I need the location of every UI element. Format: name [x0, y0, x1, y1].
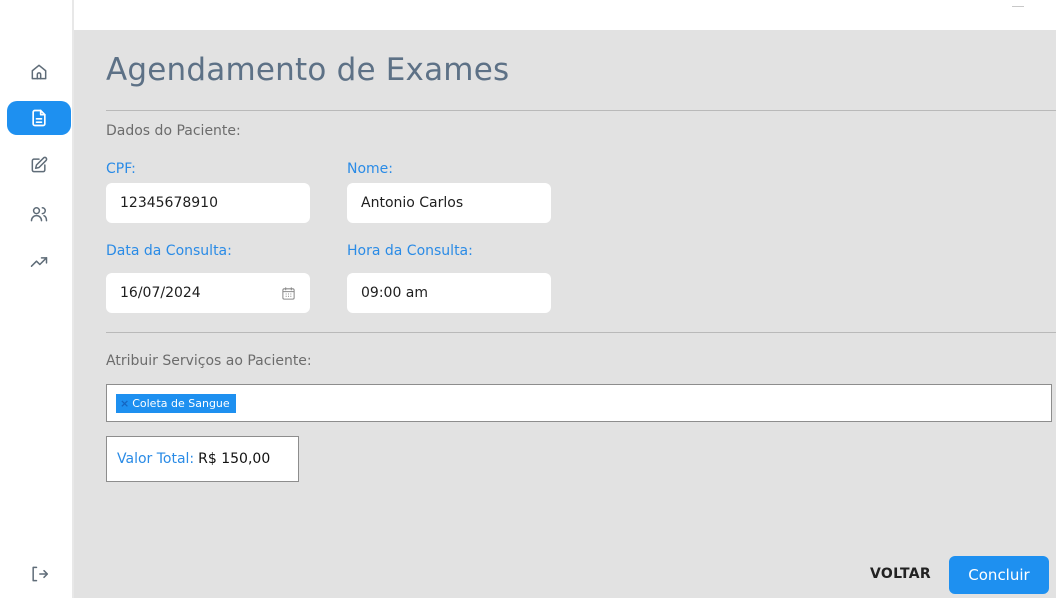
nav-exams[interactable]: [7, 101, 71, 135]
remove-chip-icon[interactable]: ×: [120, 397, 129, 410]
total-box: Valor Total: R$ 150,00: [106, 436, 299, 482]
date-field[interactable]: 16/07/2024: [106, 273, 310, 313]
time-value: 09:00 am: [361, 285, 429, 301]
nav-home[interactable]: [7, 55, 71, 89]
divider: [106, 332, 1056, 333]
services-section-label: Atribuir Serviços ao Paciente:: [106, 353, 312, 369]
date-label: Data da Consulta:: [106, 243, 232, 259]
cpf-field[interactable]: 12345678910: [106, 183, 310, 223]
page-title: Agendamento de Exames: [106, 52, 510, 88]
name-label: Nome:: [347, 161, 394, 177]
calendar-icon[interactable]: [281, 286, 296, 301]
confirm-button[interactable]: Concluir: [949, 556, 1049, 594]
nav-reports[interactable]: [7, 245, 71, 279]
edit-icon: [31, 156, 48, 173]
nav-users[interactable]: [7, 197, 71, 231]
cpf-value: 12345678910: [120, 195, 218, 211]
name-value: Antonio Carlos: [361, 195, 464, 211]
users-icon: [30, 207, 48, 222]
document-icon: [32, 109, 46, 127]
logout-icon: [32, 566, 49, 582]
main-panel: Agendamento de Exames Dados do Paciente:…: [74, 30, 1056, 598]
total-value: R$ 150,00: [198, 451, 271, 467]
total-label: Valor Total:: [117, 451, 195, 467]
cpf-label: CPF:: [106, 161, 136, 177]
window-divider: [1012, 6, 1024, 7]
patient-section-label: Dados do Paciente:: [106, 123, 241, 139]
time-field[interactable]: 09:00 am: [347, 273, 551, 313]
date-value: 16/07/2024: [120, 285, 201, 301]
time-label: Hora da Consulta:: [347, 243, 473, 259]
divider: [106, 110, 1056, 111]
service-chip-label: Coleta de Sangue: [132, 396, 230, 410]
logout-button[interactable]: [7, 557, 71, 591]
sidebar: [0, 0, 74, 598]
back-button[interactable]: VOLTAR: [870, 566, 931, 582]
home-icon: [31, 64, 47, 80]
services-multiselect[interactable]: × Coleta de Sangue: [106, 384, 1052, 422]
name-field[interactable]: Antonio Carlos: [347, 183, 551, 223]
nav-edit[interactable]: [7, 148, 71, 182]
service-chip: × Coleta de Sangue: [116, 393, 236, 413]
trending-up-icon: [30, 257, 48, 267]
